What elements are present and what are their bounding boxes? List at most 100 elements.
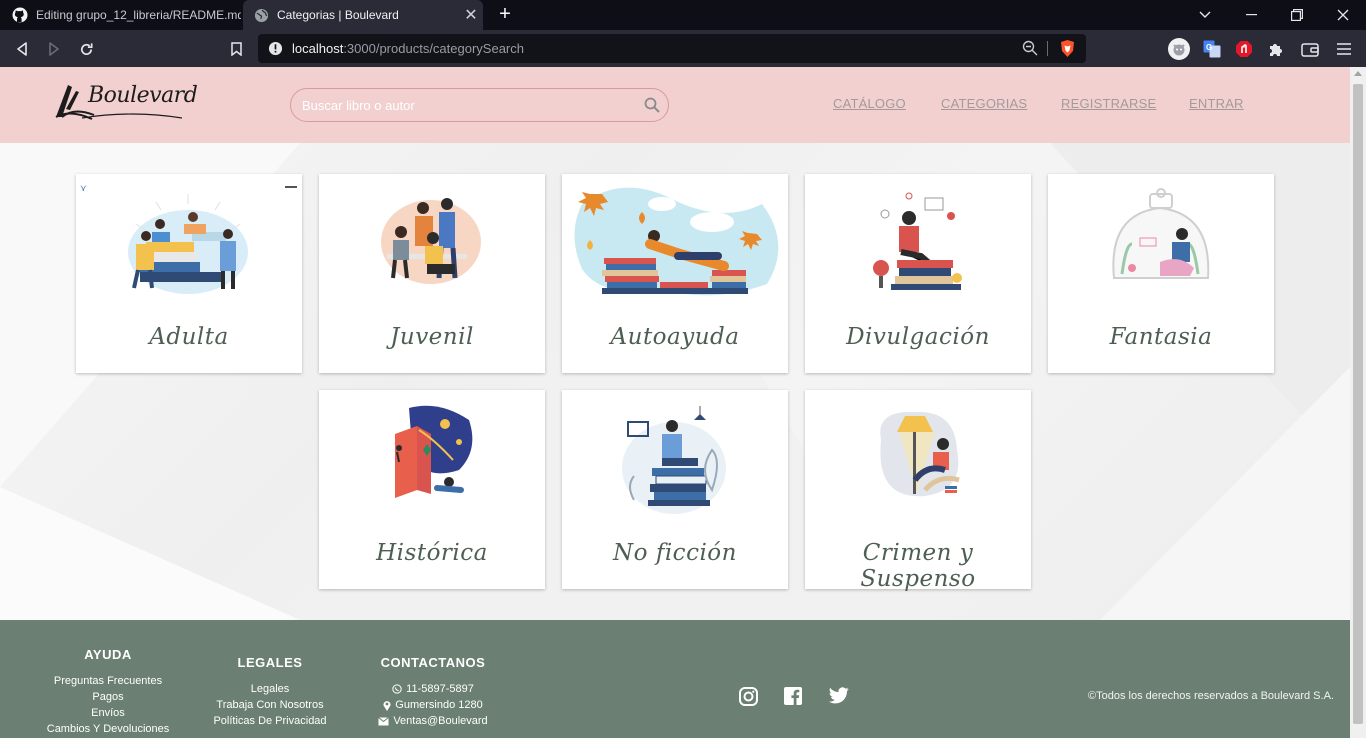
no-ficcion-illustration [622,406,726,514]
site-info-icon[interactable] [268,41,283,61]
adulta-corner-mark: ⋎ [80,184,87,194]
wallet-icon[interactable] [1299,38,1321,60]
category-label: No ficción [613,540,737,566]
tab-github-readme[interactable]: Editing grupo_12_libreria/README.md [0,0,241,30]
footer-contact-phone[interactable]: 11-5897-5897 [368,681,498,697]
nav-link-categorias[interactable]: CATEGORIAS [941,96,1027,111]
boulevard-logo[interactable]: Boulevard [52,79,198,125]
category-label: Crimen y Suspenso [860,540,976,592]
svg-text:G: G [1206,43,1212,52]
address-bar[interactable]: localhost:3000/products/categorySearch [258,34,1086,63]
browser-tab-bar: Editing grupo_12_libreria/README.md Cate… [0,0,1366,30]
back-icon[interactable] [11,38,33,60]
nav-link-catalogo[interactable]: CATÁLOGO [833,96,906,111]
footer-link-legales[interactable]: Legales [205,681,335,697]
map-marker-icon [383,700,391,711]
adblock-extension-icon[interactable] [1233,38,1255,60]
forward-icon[interactable] [43,38,65,60]
bookmark-icon[interactable] [225,38,247,60]
instagram-icon[interactable] [739,687,758,711]
footer-link-preguntas-frecuentes[interactable]: Preguntas Frecuentes [38,673,178,689]
footer-link-pagos[interactable]: Pagos [38,689,178,705]
whatsapp-icon [392,684,402,694]
logo-underline [82,113,182,119]
footer-contact-address[interactable]: Gumersindo 1280 [368,697,498,713]
footer-link-politicas-de-privacidad[interactable]: Políticas De Privacidad [205,713,335,729]
footer-link-cambios-y-devoluciones[interactable]: Cambios Y Devoluciones [38,721,178,737]
menu-icon[interactable] [1333,38,1355,60]
site-footer: AYUDA Preguntas Frecuentes Pagos Envíos … [0,620,1350,738]
footer-contact-email[interactable]: Ventas@Boulevard [368,713,498,729]
category-label: Autoayuda [610,324,740,350]
category-card-no-ficcion[interactable]: No ficción [562,390,788,589]
scrollbar-thumb[interactable] [1353,84,1363,724]
category-card-fantasia[interactable]: Fantasia [1048,174,1274,373]
footer-email-text: Ventas@Boulevard [393,715,488,727]
reload-icon[interactable] [75,38,97,60]
tab-title: Categorias | Boulevard [277,8,399,22]
nav-link-entrar[interactable]: ENTRAR [1189,96,1244,111]
scroll-up-arrow-icon[interactable] [1354,71,1362,76]
adulta-illustration: ⋎ [80,184,297,294]
search-bar [290,88,669,122]
page-viewport: Boulevard CATÁLOGO CATEGORIAS REGISTRARS… [0,67,1350,738]
crimen-illustration [880,411,960,497]
extensions-puzzle-icon[interactable] [1265,38,1287,60]
historica-illustration [395,405,473,498]
footer-contactanos-title: CONTACTANOS [380,655,486,670]
footer-link-trabaja-con-nosotros[interactable]: Trabaja Con Nosotros [205,697,335,713]
tab-categorias[interactable]: Categorias | Boulevard ✕ [243,0,483,30]
category-label: Divulgación [846,324,990,350]
search-input[interactable] [302,96,632,114]
page-scrollbar[interactable] [1350,67,1366,738]
juvenil-illustration [381,198,481,284]
close-tab-icon[interactable]: ✕ [459,5,483,25]
category-card-divulgacion[interactable]: Divulgación [805,174,1031,373]
facebook-icon[interactable] [784,687,802,710]
brave-shields-icon[interactable] [1059,39,1076,63]
site-header: Boulevard CATÁLOGO CATEGORIAS REGISTRARS… [0,67,1350,143]
footer-legales-title: LEGALES [237,655,303,670]
category-card-juvenil[interactable]: Juvenil [319,174,545,373]
category-card-historica[interactable]: Histórica [319,390,545,589]
address-bar-divider [1047,41,1048,56]
browser-toolbar: localhost:3000/products/categorySearch G [0,30,1366,67]
category-card-crimen-y-suspenso[interactable]: Crimen y Suspenso [805,390,1031,592]
divulgacion-illustration [873,192,962,290]
footer-copyright: ©Todos los derechos reservados a Bouleva… [1088,690,1334,702]
url-host: localhost [292,41,344,56]
twitter-icon[interactable] [829,687,849,709]
new-tab-button[interactable]: + [494,4,516,26]
category-label: Fantasia [1109,324,1213,350]
tab-title: Editing grupo_12_libreria/README.md [36,8,241,22]
nav-link-registrarse[interactable]: REGISTRARSE [1061,96,1156,111]
footer-phone-text: 11-5897-5897 [406,683,474,695]
category-label: Juvenil [390,324,474,350]
category-card-adulta[interactable]: ⋎ Adulta [76,174,302,373]
category-card-autoayuda[interactable]: Autoayuda [562,174,788,373]
restore-icon[interactable] [1274,0,1320,30]
autoayuda-illustration [574,187,779,296]
logo-text: Boulevard [88,83,198,108]
tab-search-chevron-icon[interactable] [1182,0,1228,30]
window-controls [1182,0,1366,30]
zoom-icon[interactable] [1022,40,1038,61]
footer-ayuda-title: AYUDA [84,647,132,662]
footer-contactanos-column: CONTACTANOS 11-5897-5897 Gumersindo 1280… [368,655,498,729]
url-path: :3000/products/categorySearch [343,41,524,56]
profile-avatar-icon[interactable] [1168,38,1190,60]
close-window-icon[interactable] [1320,0,1366,30]
envelope-icon [378,716,390,725]
search-icon[interactable] [644,97,660,118]
url-text: localhost:3000/products/categorySearch [292,41,524,56]
footer-legales-column: LEGALES Legales Trabaja Con Nosotros Pol… [205,655,335,729]
github-icon [12,7,28,23]
minimize-icon[interactable] [1228,0,1274,30]
fantasia-illustration [1112,188,1210,279]
footer-address-text: Gumersindo 1280 [395,699,483,711]
footer-ayuda-column: AYUDA Preguntas Frecuentes Pagos Envíos … [38,647,178,737]
footer-link-envios[interactable]: Envíos [38,705,178,721]
globe-icon [253,7,269,23]
category-label: Histórica [376,540,488,566]
translate-extension-icon[interactable]: G [1201,38,1223,60]
